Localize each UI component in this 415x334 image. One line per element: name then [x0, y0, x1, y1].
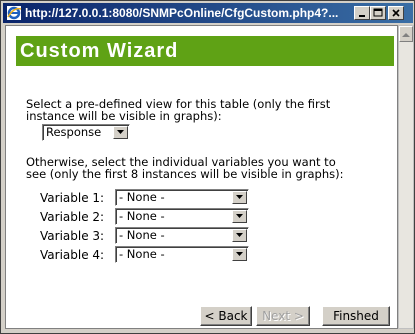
variable-4-label: Variable 4:: [40, 248, 105, 262]
variable-2-value: - None -: [119, 209, 165, 223]
wizard-banner: Custom Wizard: [16, 36, 394, 66]
variable-4-value: - None -: [119, 247, 165, 261]
predefined-view-text-line2: instance will be visible in graphs):: [26, 109, 222, 123]
variable-4-select[interactable]: - None -: [115, 246, 249, 263]
variable-1-select[interactable]: - None -: [115, 189, 249, 206]
variable-2-select[interactable]: - None -: [115, 208, 249, 225]
variable-3-value: - None -: [119, 228, 165, 242]
chevron-down-icon[interactable]: [232, 191, 247, 204]
back-button[interactable]: < Back: [200, 306, 252, 326]
scroll-up-arrow-icon: [402, 33, 410, 37]
maximize-button[interactable]: [370, 6, 386, 20]
internet-explorer-icon: [7, 6, 22, 20]
chevron-down-icon[interactable]: [232, 229, 247, 242]
minimize-icon: [359, 15, 365, 17]
window-title: http://127.0.0.1:8080/SNMPcOnline/CfgCus…: [25, 6, 339, 20]
chevron-down-icon[interactable]: [232, 210, 247, 223]
scroll-up-button[interactable]: [399, 26, 413, 42]
variable-2-label: Variable 2:: [40, 210, 105, 224]
browser-window: http://127.0.0.1:8080/SNMPcOnline/CfgCus…: [0, 0, 415, 334]
maximize-icon: [373, 8, 383, 17]
finish-button[interactable]: Finshed: [322, 306, 390, 326]
vertical-scrollbar[interactable]: [398, 25, 414, 329]
predefined-view-select[interactable]: Response: [42, 124, 130, 141]
variable-1-label: Variable 1:: [40, 191, 105, 205]
predefined-view-value: Response: [46, 125, 102, 139]
variable-1-value: - None -: [119, 190, 165, 204]
minimize-button[interactable]: [354, 6, 370, 20]
variable-3-select[interactable]: - None -: [115, 227, 249, 244]
individual-variables-text-line2: see (only the first 8 instances will be …: [26, 167, 344, 181]
chevron-down-icon[interactable]: [232, 248, 247, 261]
page-title: Custom Wizard: [20, 40, 179, 62]
variable-3-label: Variable 3:: [40, 229, 105, 243]
page-content: Custom Wizard Select a pre-defined view …: [5, 25, 398, 329]
chevron-down-icon[interactable]: [113, 126, 128, 139]
title-bar[interactable]: http://127.0.0.1:8080/SNMPcOnline/CfgCus…: [3, 3, 413, 23]
close-button[interactable]: [388, 6, 404, 20]
close-icon: [392, 9, 400, 17]
next-button[interactable]: Next >: [256, 306, 310, 326]
